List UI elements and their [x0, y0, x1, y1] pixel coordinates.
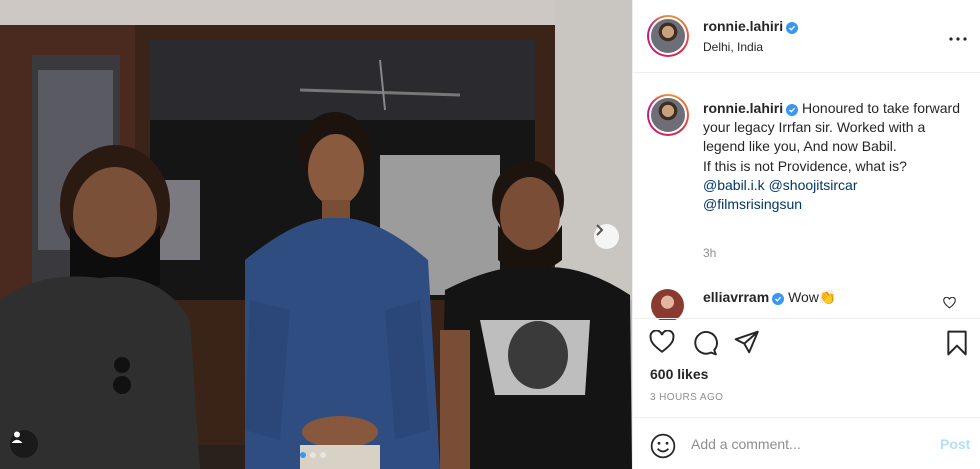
comment-item: elliavrram Wow👏 — [703, 289, 836, 306]
post-photo[interactable] — [0, 0, 632, 469]
post-comment-button[interactable]: Post — [940, 436, 970, 452]
more-options-icon[interactable] — [949, 28, 967, 46]
tagged-users-button[interactable] — [10, 430, 38, 458]
commenter-avatar[interactable] — [651, 289, 684, 320]
caption-timestamp[interactable]: 3h — [703, 246, 716, 260]
author-username[interactable]: ronnie.lahiri — [703, 18, 799, 34]
post-caption: ronnie.lahiri Honoured to take forward y… — [703, 99, 969, 214]
carousel-indicator — [300, 452, 326, 458]
commenter-username-text[interactable]: elliavrram — [703, 289, 769, 305]
comment-emoji: 👏 — [818, 289, 837, 305]
post-side-panel: ronnie.lahiri Delhi, India ronnie.lahiri… — [632, 0, 980, 469]
comment-input[interactable] — [691, 432, 921, 456]
comment-icon[interactable] — [692, 330, 718, 361]
carousel-dot-active — [300, 452, 306, 458]
commenter-username[interactable]: elliavrram — [703, 289, 785, 305]
carousel-dot — [310, 452, 316, 458]
author-username-text[interactable]: ronnie.lahiri — [703, 18, 783, 34]
photo-scene — [0, 0, 632, 469]
caption-username[interactable]: ronnie.lahiri — [703, 100, 799, 116]
next-slide-button[interactable] — [594, 224, 619, 249]
mention-link[interactable]: @babil.i.k — [703, 177, 765, 193]
share-icon[interactable] — [734, 330, 760, 359]
comments-section: ronnie.lahiri Honoured to take forward y… — [633, 74, 980, 320]
post-timestamp[interactable]: 3 HOURS AGO — [650, 392, 723, 403]
verified-badge-icon — [786, 104, 799, 116]
verified-badge-icon — [786, 22, 799, 34]
comment-form: Post — [633, 417, 980, 469]
comment-text: Wow — [788, 289, 819, 305]
caption-avatar[interactable] — [647, 94, 689, 136]
bookmark-icon[interactable] — [946, 330, 968, 361]
author-avatar[interactable] — [647, 15, 689, 57]
emoji-icon[interactable] — [650, 433, 676, 464]
post-location[interactable]: Delhi, India — [703, 40, 763, 54]
mention-link[interactable]: @shoojitsircar — [769, 177, 858, 193]
post-actions: 600 likes 3 HOURS AGO Post — [633, 318, 980, 469]
likes-count[interactable]: 600 likes — [650, 366, 708, 382]
verified-badge-icon — [772, 293, 785, 305]
heart-icon[interactable] — [649, 329, 675, 359]
mention-link[interactable]: @filmsrisingsun — [703, 196, 802, 212]
caption-username-text[interactable]: ronnie.lahiri — [703, 100, 783, 116]
post-header: ronnie.lahiri Delhi, India — [633, 0, 980, 73]
comment-like-icon[interactable] — [943, 296, 956, 314]
carousel-dot — [320, 452, 326, 458]
